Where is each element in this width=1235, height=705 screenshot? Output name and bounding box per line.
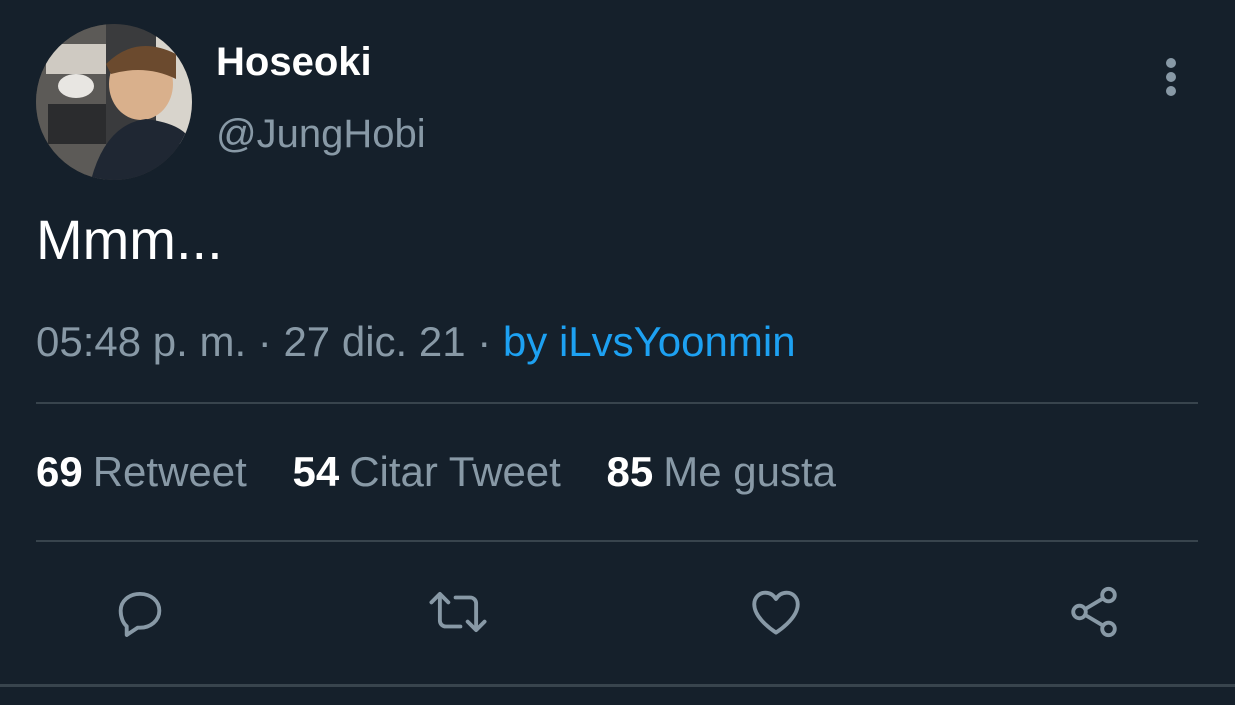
retweet-button[interactable] — [426, 580, 490, 644]
author-display-name[interactable]: Hoseoki — [216, 38, 372, 86]
tweet-source-link[interactable]: by iLvsYoonmin — [503, 318, 796, 365]
tweet-detail: Hoseoki @JungHobi Mmm... 05:48 p. m. · 2… — [0, 0, 1235, 705]
tweet-meta: 05:48 p. m. · 27 dic. 21 · by iLvsYoonmi… — [36, 316, 796, 368]
stat-count: 85 — [606, 448, 654, 495]
retweet-icon — [429, 591, 487, 633]
author-handle[interactable]: @JungHobi — [216, 110, 426, 158]
tweet-time[interactable]: 05:48 p. m. — [36, 318, 246, 365]
heart-icon — [752, 590, 800, 635]
like-button[interactable] — [744, 580, 808, 644]
quote-tweet-count[interactable]: 54 Citar Tweet — [292, 446, 560, 498]
retweet-count[interactable]: 69 Retweet — [36, 446, 247, 498]
share-icon — [1071, 586, 1117, 638]
reply-button[interactable] — [108, 580, 172, 644]
stat-label: Citar Tweet — [349, 448, 561, 495]
avatar[interactable] — [36, 24, 192, 180]
meta-separator: · — [246, 318, 284, 365]
meta-separator: · — [465, 318, 503, 365]
more-vertical-icon-dot — [1166, 86, 1176, 96]
stat-label: Retweet — [92, 448, 247, 495]
tweet-stats: 69 Retweet 54 Citar Tweet 85 Me gusta — [36, 446, 870, 498]
more-vertical-icon — [1166, 58, 1176, 68]
bottom-border — [0, 684, 1235, 687]
reply-icon — [118, 591, 162, 637]
tweet-date[interactable]: 27 dic. 21 — [283, 318, 465, 365]
divider — [36, 540, 1198, 542]
stat-label: Me gusta — [663, 448, 836, 495]
more-vertical-icon-dot — [1166, 72, 1176, 82]
more-options-button[interactable] — [1152, 52, 1192, 100]
tweet-text: Mmm... — [36, 208, 223, 271]
like-count[interactable]: 85 Me gusta — [607, 446, 836, 498]
stat-count: 69 — [36, 448, 83, 495]
divider — [36, 402, 1198, 404]
stat-count: 54 — [292, 448, 340, 495]
share-button[interactable] — [1062, 580, 1126, 644]
